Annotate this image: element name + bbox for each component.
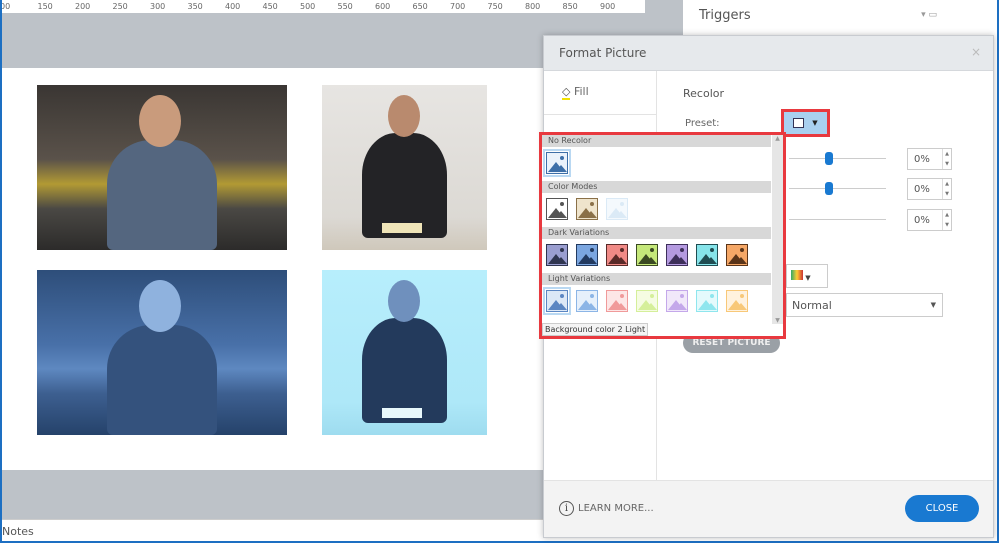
ruler-tick: 850 xyxy=(562,2,578,11)
color-picker-dropdown[interactable]: ▼ xyxy=(786,264,828,288)
horizontal-ruler: 00 150 200 250 300 350 400 450 500 550 600 650 700 75… xyxy=(2,0,645,13)
ruler-tick: 600 xyxy=(375,2,391,11)
slider-handle[interactable] xyxy=(825,152,833,165)
recolor-swatch-picture-icon[interactable] xyxy=(606,290,628,312)
ruler-tick: 250 xyxy=(112,2,128,11)
spinner-value: 0% xyxy=(914,154,930,165)
preset-label: Preset: xyxy=(685,118,720,129)
gallery-section-header: Color Modes xyxy=(542,181,771,193)
notes-label: Notes xyxy=(2,525,34,538)
ruler-tick: 450 xyxy=(262,2,278,11)
ruler-tick: 900 xyxy=(600,2,616,11)
contrast-slider[interactable] xyxy=(789,182,886,195)
photo-man-recolored[interactable] xyxy=(37,270,287,435)
recolor-swatch-picture-icon[interactable] xyxy=(576,244,598,266)
ruler-tick: 700 xyxy=(450,2,466,11)
gallery-section-header: No Recolor xyxy=(542,135,771,147)
ruler-tick: 500 xyxy=(300,2,316,11)
brightness-slider[interactable] xyxy=(789,152,886,165)
dialog-footer: i LEARN MORE... CLOSE xyxy=(544,480,993,537)
ruler-tick: 00 xyxy=(2,2,11,11)
ruler-tick: 200 xyxy=(75,2,91,11)
gallery-section-header: Dark Variations xyxy=(542,227,771,239)
spinner-value: 0% xyxy=(914,215,930,226)
recolor-swatch-picture-icon[interactable] xyxy=(576,290,598,312)
photo-woman-recolored[interactable] xyxy=(322,270,487,435)
recolor-swatch-picture-icon[interactable] xyxy=(726,244,748,266)
photo-man-original[interactable] xyxy=(37,85,287,250)
gallery-row xyxy=(542,285,771,319)
info-icon: i xyxy=(559,501,574,516)
ruler-tick: 400 xyxy=(225,2,241,11)
transparency-slider[interactable] xyxy=(789,219,886,220)
gallery-row xyxy=(542,147,771,181)
recolor-swatch-picture-icon[interactable] xyxy=(636,290,658,312)
recolor-preset-gallery: No Recolor Color Modes Dark Variations Ligh… xyxy=(539,132,786,339)
dialog-header: Format Picture xyxy=(544,36,993,71)
recolor-swatch-picture-icon[interactable] xyxy=(546,244,568,266)
ruler-tick: 350 xyxy=(187,2,203,11)
slider-handle[interactable] xyxy=(825,182,833,195)
recolor-swatch-picture-icon[interactable] xyxy=(576,198,598,220)
picture-icon xyxy=(793,118,805,128)
color-icon xyxy=(791,270,803,280)
recolor-heading: Recolor xyxy=(683,87,725,100)
ruler-tick: 750 xyxy=(487,2,503,11)
triggers-title: Triggers xyxy=(699,8,751,23)
ruler-tick: 150 xyxy=(37,2,53,11)
recolor-swatch-picture-icon[interactable] xyxy=(543,149,571,177)
pane-options-icon[interactable]: ▾ ▭ xyxy=(921,10,937,20)
tab-fill-label: Fill xyxy=(573,85,589,98)
swatch-tooltip: Background color 2 Light xyxy=(542,323,649,336)
ruler-tick: 300 xyxy=(150,2,166,11)
dialog-title: Format Picture xyxy=(559,46,647,60)
recolor-swatch-picture-icon[interactable] xyxy=(543,287,571,315)
recolor-swatch-picture-icon[interactable] xyxy=(696,290,718,312)
spinner-value: 0% xyxy=(914,184,930,195)
ruler-tick: 800 xyxy=(525,2,541,11)
ruler-tick: 550 xyxy=(337,2,353,11)
learn-more-link[interactable]: i LEARN MORE... xyxy=(559,501,654,516)
chevron-down-icon: ▼ xyxy=(930,301,936,309)
blend-mode-value: Normal xyxy=(792,299,832,312)
blend-mode-select[interactable]: Normal ▼ xyxy=(786,293,943,317)
ruler-tick: 650 xyxy=(412,2,428,11)
spinner-2[interactable]: 0% ▲ ▼ xyxy=(907,178,952,200)
recolor-swatch-picture-icon[interactable] xyxy=(726,290,748,312)
recolor-swatch-picture-icon[interactable] xyxy=(546,198,568,220)
chevron-down-icon: ▼ xyxy=(812,119,818,127)
recolor-swatch-picture-icon[interactable] xyxy=(666,244,688,266)
recolor-swatch-picture-icon[interactable] xyxy=(606,198,628,220)
gallery-section-header: Light Variations xyxy=(542,273,771,285)
recolor-swatch-picture-icon[interactable] xyxy=(606,244,628,266)
recolor-swatch-picture-icon[interactable] xyxy=(636,244,658,266)
gallery-row xyxy=(542,239,771,273)
spinner-3[interactable]: 0% ▲ ▼ xyxy=(907,209,952,231)
paint-bucket-icon: ◇ xyxy=(562,85,571,100)
dialog-close-icon[interactable]: × xyxy=(971,45,981,59)
gallery-scrollbar[interactable]: ▲ ▼ xyxy=(772,135,783,324)
tab-fill[interactable]: ◇ Fill xyxy=(544,71,656,115)
learn-more-label: LEARN MORE... xyxy=(578,503,654,514)
recolor-swatch-picture-icon[interactable] xyxy=(666,290,688,312)
photo-woman-original[interactable] xyxy=(322,85,487,250)
spinner-1[interactable]: 0% ▲ ▼ xyxy=(907,148,952,170)
close-button[interactable]: CLOSE xyxy=(905,495,979,522)
recolor-swatch-picture-icon[interactable] xyxy=(696,244,718,266)
preset-dropdown-button[interactable]: ▼ xyxy=(781,109,830,137)
gallery-row xyxy=(542,193,771,227)
